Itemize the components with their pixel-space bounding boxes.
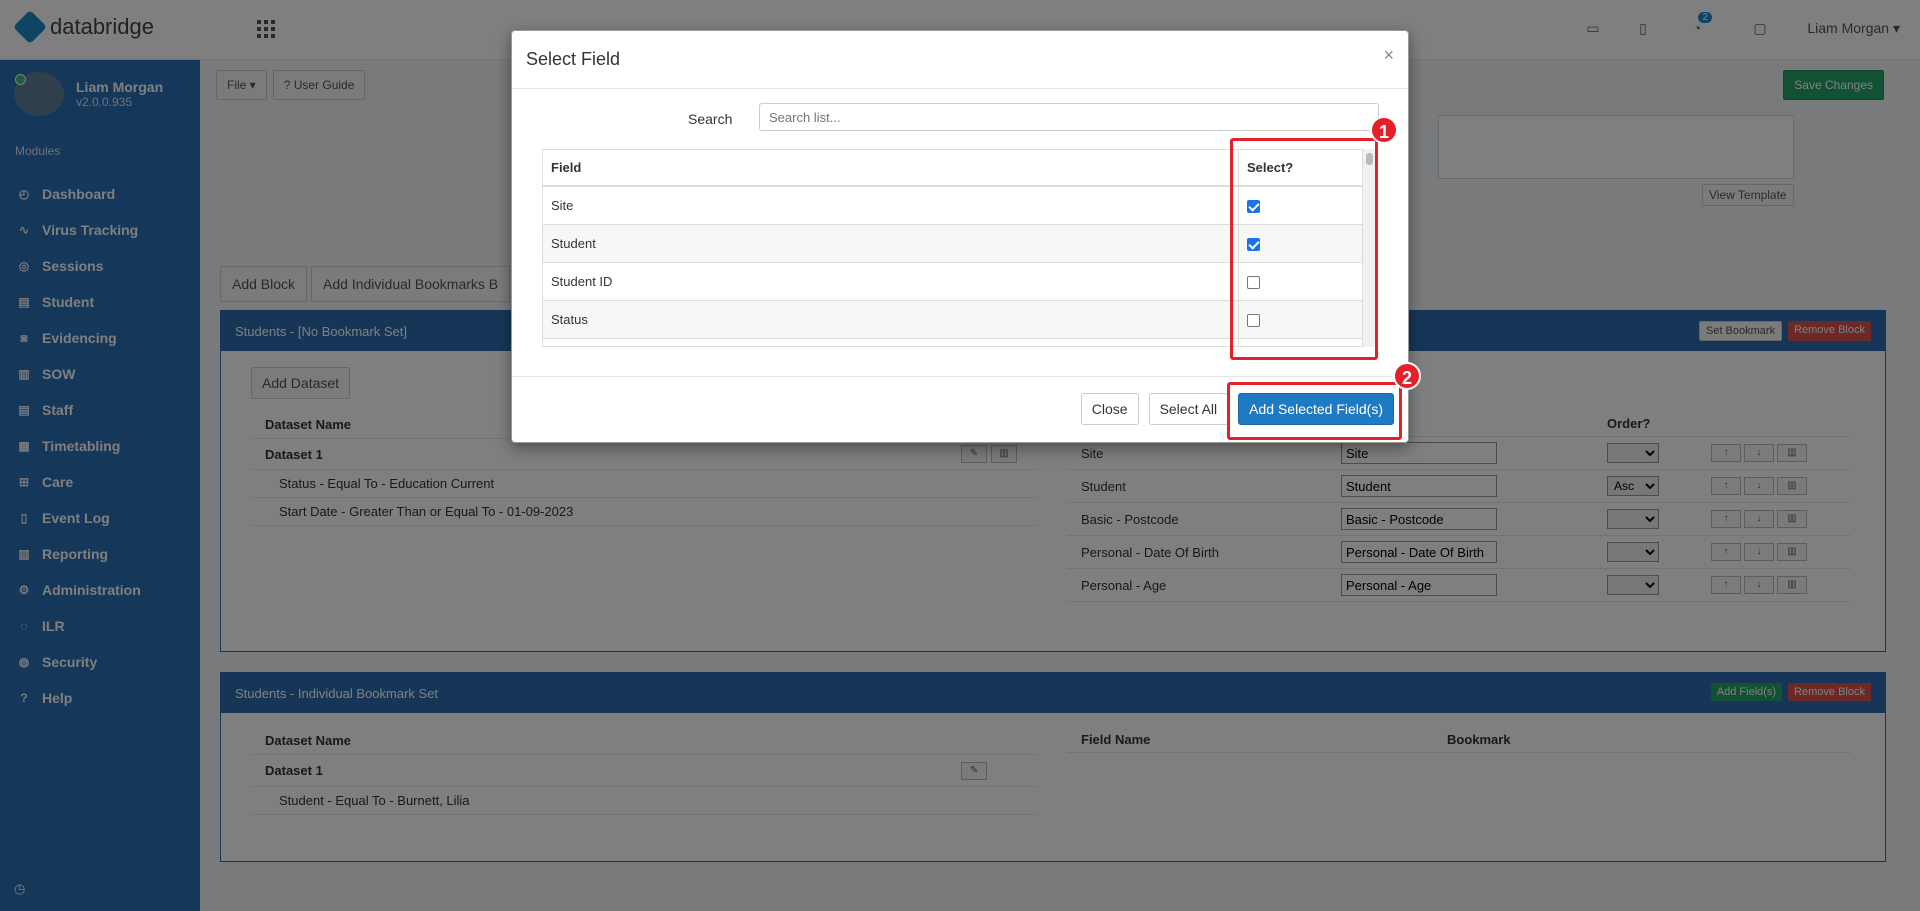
annotation-box-2 bbox=[1227, 382, 1402, 440]
annotation-number-2: 2 bbox=[1393, 362, 1421, 390]
close-icon[interactable]: × bbox=[1383, 45, 1394, 66]
close-button[interactable]: Close bbox=[1080, 393, 1139, 425]
modal-title: Select Field bbox=[526, 49, 621, 69]
modal-header: Select Field × bbox=[512, 31, 1408, 89]
field-name: Status bbox=[543, 300, 1239, 339]
annotation-number-1: 1 bbox=[1370, 116, 1398, 144]
field-name: Student bbox=[543, 224, 1239, 263]
annotation-box-1 bbox=[1230, 138, 1378, 360]
field-column-header: Field bbox=[543, 150, 1239, 187]
field-name: Site bbox=[543, 186, 1239, 225]
select-all-button[interactable]: Select All bbox=[1148, 393, 1229, 425]
search-input[interactable] bbox=[759, 103, 1379, 131]
search-label: Search bbox=[688, 111, 733, 127]
field-name: Student ID bbox=[543, 262, 1239, 301]
